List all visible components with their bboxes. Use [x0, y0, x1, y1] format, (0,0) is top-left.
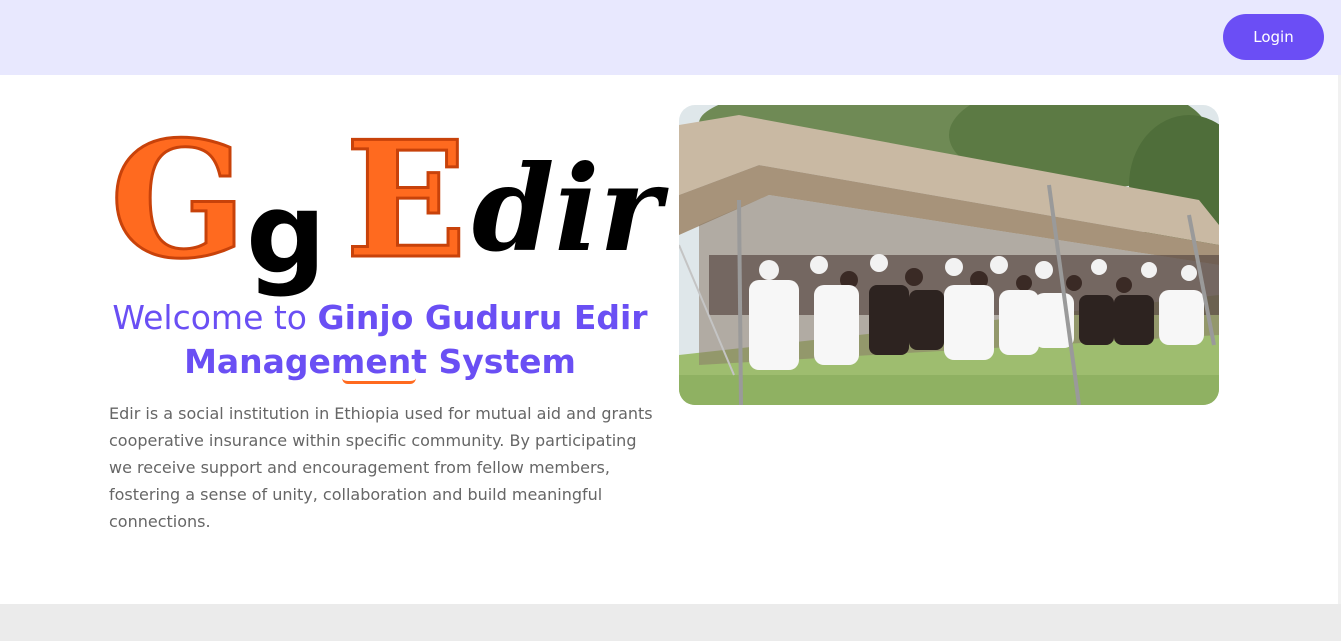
- logo-letter-E: E: [344, 106, 469, 294]
- welcome-prefix: Welcome to: [112, 298, 307, 337]
- gg-edir-logo: G g E dir: [109, 106, 665, 299]
- edir-description: Edir is a social institution in Ethiopia…: [109, 404, 653, 531]
- footer-strip: [0, 604, 1341, 641]
- top-navbar: Login: [0, 0, 1341, 75]
- logo-letter-g: g: [246, 169, 327, 299]
- heading-underline: [342, 378, 416, 384]
- welcome-heading: Welcome to Ginjo Guduru Edir Management …: [110, 296, 650, 384]
- logo-letters-dir: dir: [472, 139, 662, 278]
- welcome-name-line1: Ginjo Guduru Edir: [317, 298, 648, 337]
- community-gathering-photo: [679, 105, 1219, 405]
- logo-letter-G: G: [109, 106, 249, 294]
- login-button[interactable]: Login: [1223, 14, 1324, 60]
